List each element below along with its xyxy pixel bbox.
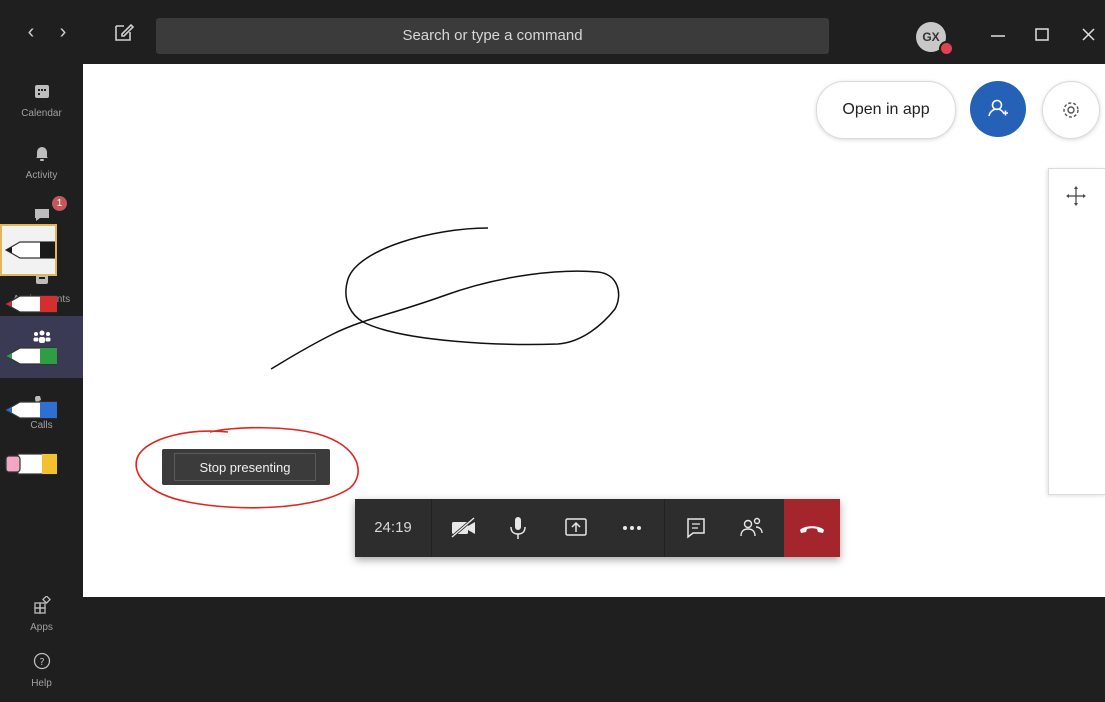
hang-up-button[interactable] [784, 499, 840, 557]
microphone-icon [510, 517, 526, 539]
pen-black[interactable] [0, 224, 58, 276]
new-chat-compose-icon[interactable] [112, 20, 136, 44]
show-conversation-button[interactable] [670, 499, 722, 557]
stage-background [83, 597, 1105, 695]
camera-off-icon [451, 516, 475, 539]
black-pen-icon [4, 241, 58, 259]
blue-pen-icon [4, 401, 58, 419]
hang-up-phone-icon [800, 526, 824, 533]
chat-unread-badge: 1 [52, 196, 67, 211]
gear-icon [1063, 102, 1079, 118]
call-timer: 24:19 [374, 519, 412, 536]
open-in-app-button[interactable]: Open in app [816, 81, 956, 139]
maximize-icon[interactable] [1030, 22, 1054, 46]
presence-busy-dot [939, 41, 954, 56]
rail-item-calendar[interactable]: Calendar [0, 70, 83, 132]
participants-icon [740, 517, 763, 537]
bell-icon [0, 144, 83, 167]
help-icon: ? [0, 652, 83, 675]
rail-item-help[interactable]: ? Help [0, 640, 83, 702]
add-person-icon [988, 99, 1008, 117]
move-pan-icon[interactable] [1048, 178, 1105, 214]
green-pen-icon [4, 347, 58, 365]
rail-item-apps[interactable]: Apps [0, 584, 83, 646]
add-participant-button[interactable] [970, 81, 1026, 137]
apps-icon [0, 595, 83, 619]
camera-toggle-button[interactable] [438, 499, 490, 557]
rail-label: Activity [25, 170, 58, 181]
calendar-icon [0, 82, 83, 105]
rail-label: Calendar [21, 108, 62, 119]
rail-item-activity[interactable]: Activity [0, 132, 83, 194]
forward-arrow-icon[interactable]: › [50, 0, 76, 64]
pen-red[interactable] [0, 278, 58, 330]
rail-label: Apps [30, 622, 53, 633]
stop-presenting-button[interactable]: Stop presenting [174, 453, 316, 481]
ellipsis-icon [623, 526, 641, 530]
minimize-icon[interactable] [986, 22, 1010, 46]
search-input[interactable]: Search or type a command [156, 18, 829, 54]
whiteboard-settings-button[interactable] [1042, 81, 1100, 139]
pen-highlighter[interactable] [0, 438, 58, 490]
pen-palette [1048, 168, 1105, 495]
close-icon[interactable] [1076, 22, 1100, 46]
divider [664, 499, 665, 557]
pen-blue[interactable] [0, 384, 58, 436]
highlighter-icon [5, 453, 58, 475]
share-screen-icon [565, 518, 587, 536]
microphone-toggle-button[interactable] [492, 499, 544, 557]
pen-green[interactable] [0, 330, 58, 382]
divider [431, 499, 432, 557]
chat-bubble-icon [687, 518, 705, 539]
share-screen-button[interactable] [550, 499, 602, 557]
more-actions-button[interactable] [606, 499, 658, 557]
red-pen-icon [4, 295, 58, 313]
show-participants-button[interactable] [726, 499, 778, 557]
back-arrow-icon[interactable]: ‹ [18, 0, 44, 64]
svg-text:?: ? [39, 657, 44, 668]
rail-label: Help [31, 678, 52, 689]
